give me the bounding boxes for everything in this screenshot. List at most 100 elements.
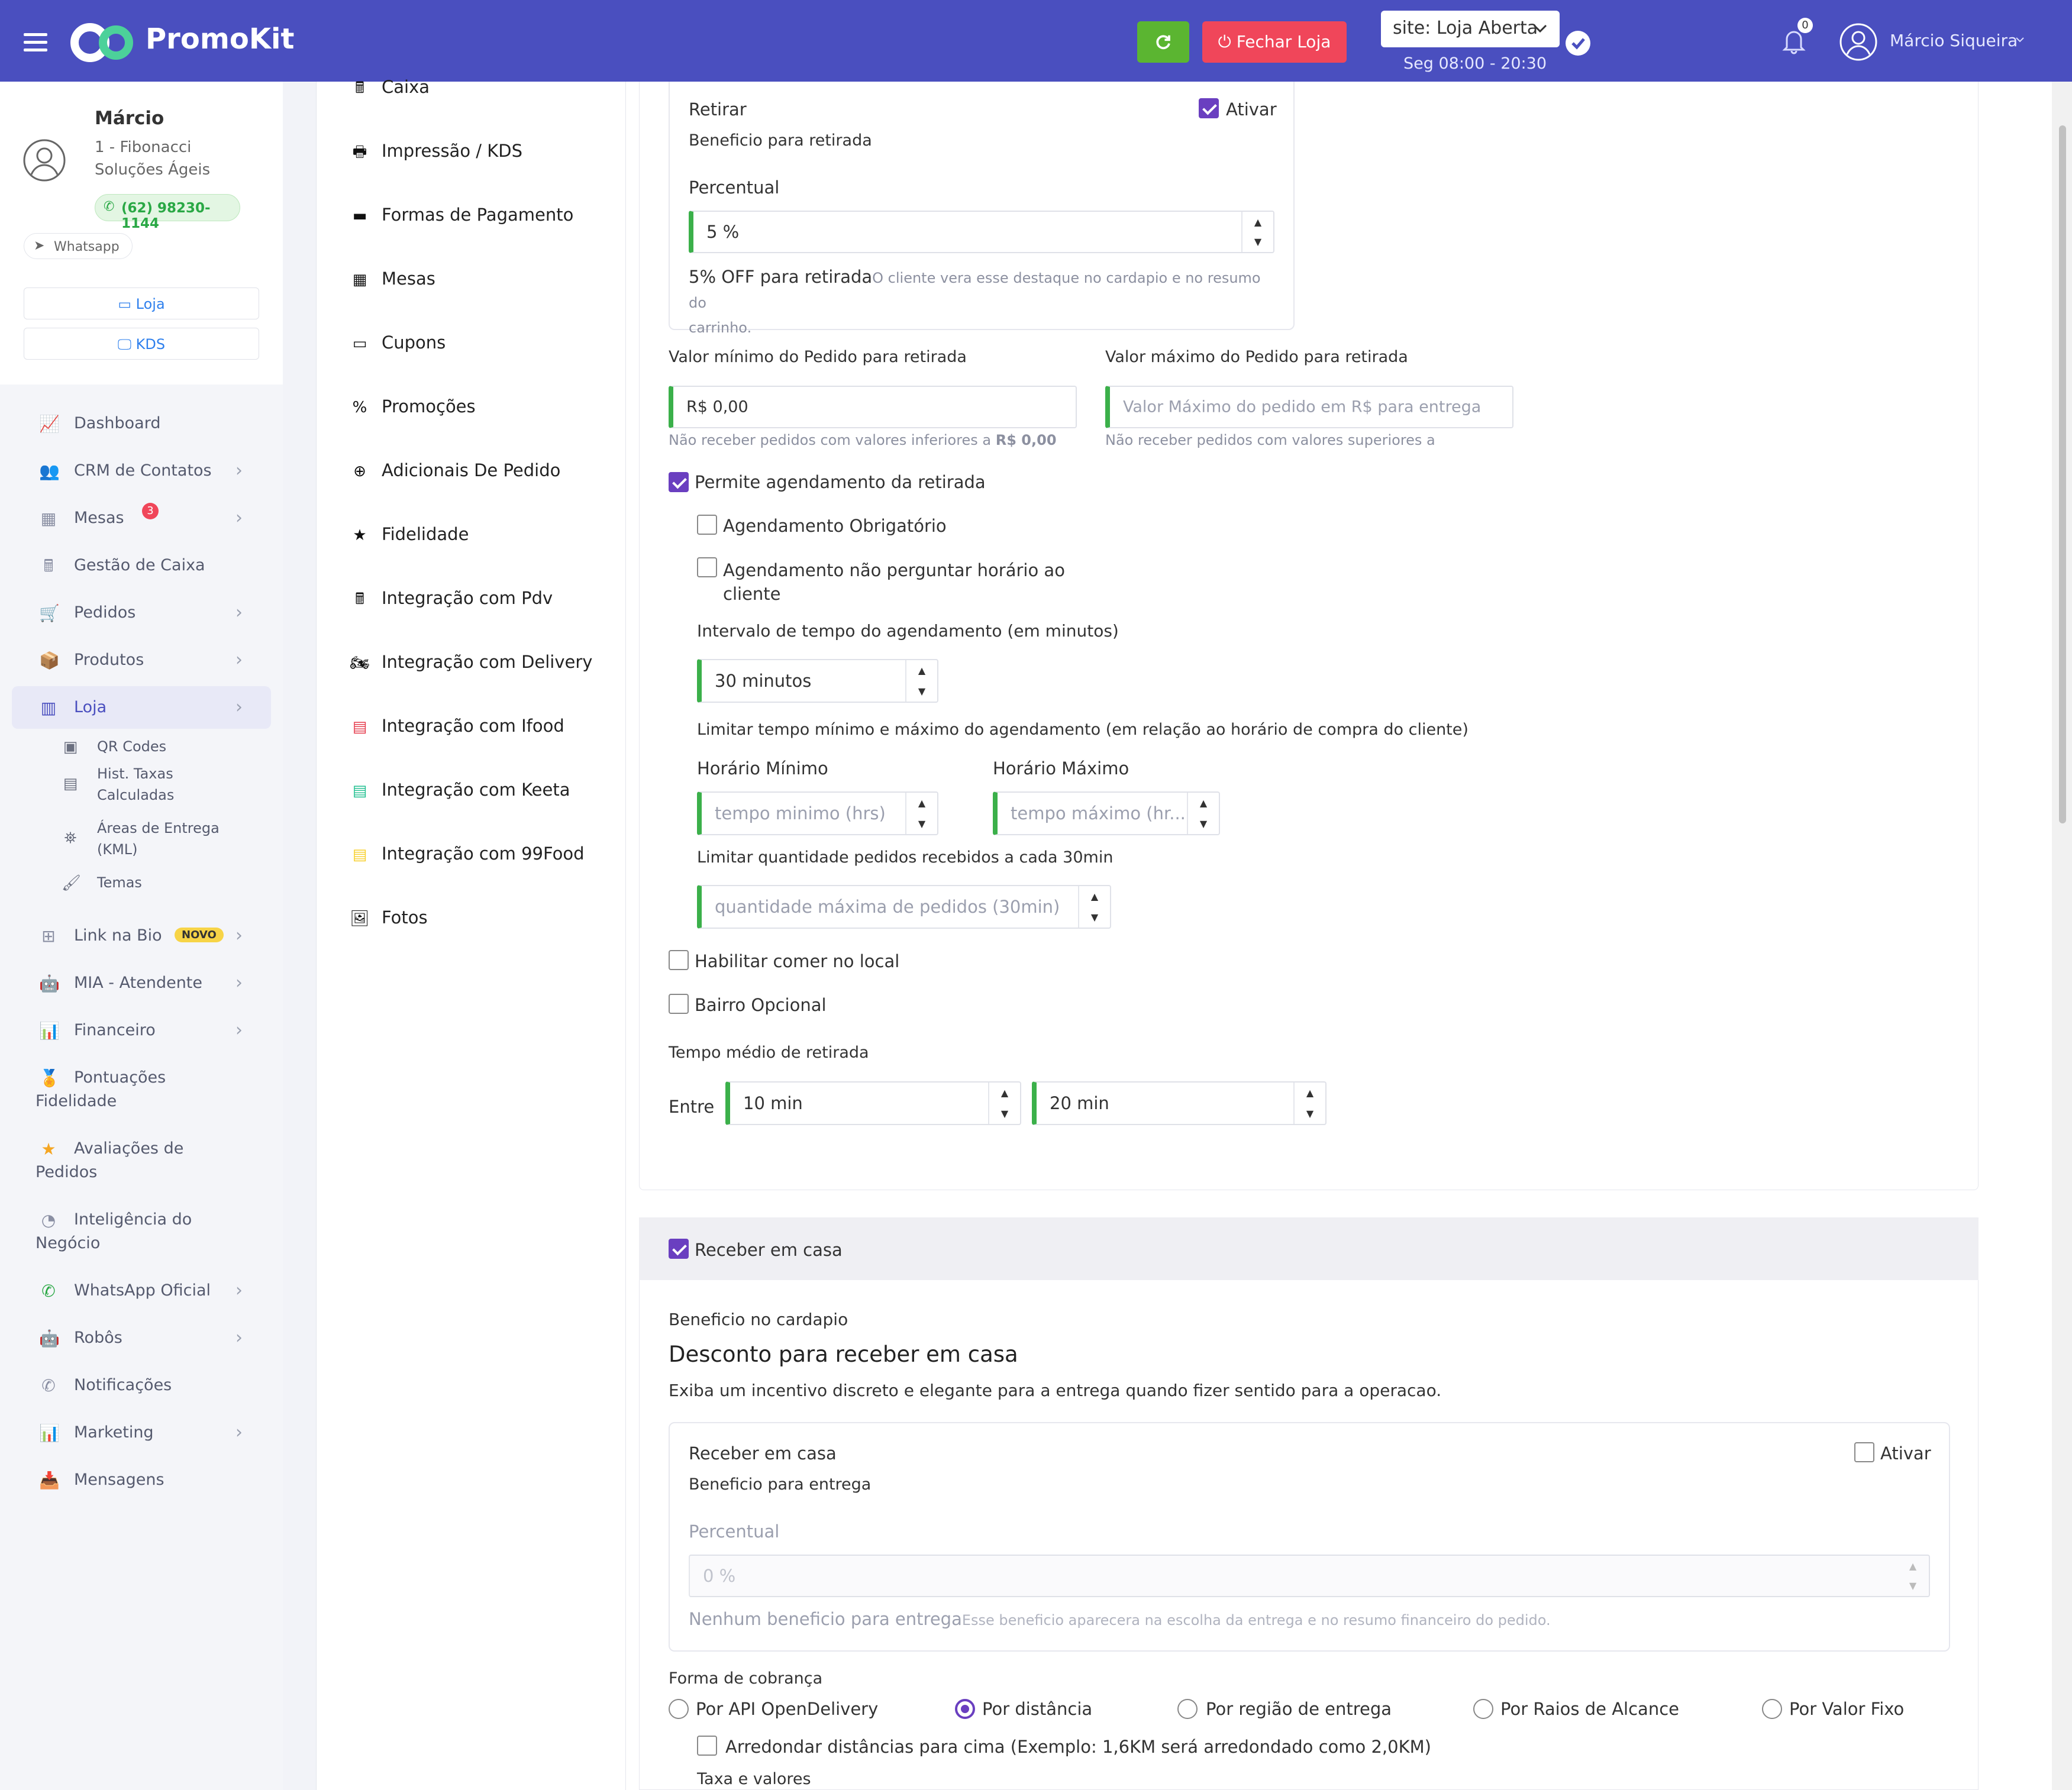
sidebar-item-caixa[interactable]: 🖩 Gestão de Caixa <box>12 544 271 587</box>
sidebar-item-mesas[interactable]: ▦ Mesas 3 › <box>12 497 271 539</box>
cash-register-icon: 🖩 <box>43 556 54 576</box>
site-status-label: site: Loja Aberta <box>1393 18 1538 38</box>
max-value-input[interactable]: Valor Máximo do pedido em R$ para entreg… <box>1105 386 1513 428</box>
ag-obrigatorio-checkbox[interactable] <box>697 515 717 535</box>
motorcycle-icon: 🏍 <box>350 654 370 672</box>
menu-item-fotos[interactable]: 🖼 Fotos <box>350 907 427 928</box>
sidebar-item-robos[interactable]: 🤖 Robôs › <box>12 1317 271 1359</box>
chevron-right-icon: › <box>235 460 243 481</box>
min-value-input[interactable]: R$ 0,00 <box>669 386 1077 428</box>
retirada-ativar-checkbox[interactable] <box>1199 98 1219 118</box>
retirada-percentual-input[interactable]: 5 % ▲ ▼ <box>689 211 1274 253</box>
sidebar-item-marketing[interactable]: 📊 Marketing › <box>12 1411 271 1454</box>
horario-maximo-stepper[interactable]: ▲ ▼ <box>1187 793 1219 834</box>
user-avatar-icon[interactable] <box>1839 22 1878 62</box>
tempo-min-input[interactable]: 10 min ▲ ▼ <box>725 1081 1021 1125</box>
tempo-max-input[interactable]: 20 min ▲ ▼ <box>1032 1081 1327 1125</box>
horario-minimo-input[interactable]: tempo minimo (hrs) ▲ ▼ <box>697 791 938 835</box>
entrega-percentual-input[interactable]: 0 % ▲ ▼ <box>689 1555 1930 1597</box>
user-menu-chevron-icon[interactable] <box>2015 37 2025 44</box>
loja-button[interactable]: ▭ Loja <box>24 287 259 319</box>
arredondar-checkbox[interactable] <box>697 1736 717 1756</box>
sidebar-item-pedidos[interactable]: 🛒 Pedidos › <box>12 592 271 634</box>
intervalo-stepper[interactable]: ▲ ▼ <box>905 660 937 702</box>
site-status-select[interactable]: site: Loja Aberta <box>1381 11 1560 47</box>
ag-nao-perguntar-checkbox[interactable] <box>697 557 717 577</box>
sitemap-icon: ⊞ <box>41 926 56 946</box>
menu-item-keeta[interactable]: ▤ Integração com Keeta <box>350 780 570 800</box>
sidebar-item-loja[interactable]: ▥ Loja › <box>12 686 271 729</box>
horario-minimo-stepper[interactable]: ▲ ▼ <box>905 793 937 834</box>
radio-por-regiao[interactable] <box>1177 1699 1198 1719</box>
retirada-title: Retirar <box>689 99 747 119</box>
sidebar-sub-temas[interactable]: Temas <box>97 872 142 893</box>
menu-item-cupons[interactable]: ▭ Cupons <box>350 332 446 353</box>
tempo-min-stepper[interactable]: ▲ ▼ <box>988 1083 1020 1124</box>
radio-valor-fixo[interactable] <box>1762 1699 1782 1719</box>
menu-item-caixa[interactable]: 🖩 Caixa <box>350 77 430 103</box>
comer-local-label: Habilitar comer no local <box>695 951 900 971</box>
menu-toggle-icon[interactable] <box>24 33 47 53</box>
menu-item-pdv[interactable]: 🖩 Integração com Pdv <box>350 588 553 614</box>
entrega-percentual-stepper[interactable]: ▲ ▼ <box>1897 1556 1929 1596</box>
sidebar-item-crm[interactable]: 👥 CRM de Contatos › <box>12 450 271 492</box>
mesas-badge: 3 <box>142 503 159 519</box>
menu-item-fidelidade[interactable]: ★ Fidelidade <box>350 524 469 544</box>
tempo-max-stepper[interactable]: ▲ ▼ <box>1293 1083 1325 1124</box>
max-value-label: Valor máximo do Pedido para retirada <box>1105 348 1408 366</box>
kds-button[interactable]: 🖵 KDS <box>24 328 259 360</box>
notification-count-badge: 0 <box>1797 18 1813 33</box>
percentual-stepper[interactable]: ▲ ▼ <box>1241 212 1273 252</box>
menu-item-pagamento[interactable]: ▬ Formas de Pagamento <box>350 205 574 225</box>
sidebar-item-dashboard[interactable]: 📈 Dashboard <box>12 402 271 445</box>
whatsapp-label: Whatsapp <box>54 240 120 254</box>
bairro-opcional-checkbox[interactable] <box>669 994 689 1014</box>
sidebar-sub-taxas[interactable]: Hist. Taxas Calculadas <box>97 763 174 806</box>
chevron-right-icon: › <box>235 1280 243 1301</box>
menu-item-mesas[interactable]: ▦ Mesas <box>350 269 435 289</box>
phone-badge[interactable]: ✆ (62) 98230-1144 <box>95 194 240 231</box>
sidebar-item-financeiro[interactable]: 📊 Financeiro › <box>12 1009 271 1052</box>
radio-api-opendelivery[interactable] <box>669 1699 689 1719</box>
calculator-icon: ▤ <box>63 775 78 793</box>
max-value-hint: Não receber pedidos com valores superior… <box>1105 432 1435 448</box>
radio-por-raios-label: Por Raios de Alcance <box>1500 1699 1679 1719</box>
comer-local-checkbox[interactable] <box>669 950 689 970</box>
sidebar-item-pontuacoes[interactable]: 🏅 Pontuações Fidelidade <box>12 1056 271 1116</box>
sidebar-item-whatsapp-oficial[interactable]: ✆ WhatsApp Oficial › <box>12 1269 271 1312</box>
cart-icon: 🛒 <box>39 603 60 623</box>
receber-casa-checkbox[interactable] <box>669 1239 689 1259</box>
close-store-button[interactable]: ⏻ Fechar Loja <box>1202 21 1347 63</box>
menu-item-adicionais[interactable]: ⊕ Adicionais De Pedido <box>350 460 560 480</box>
sidebar-sub-areas-entrega[interactable]: Áreas de Entrega (KML) <box>97 818 220 860</box>
retirada-ativar-label: Ativar <box>1226 99 1277 119</box>
entrega-ativar-checkbox[interactable] <box>1854 1442 1874 1462</box>
menu-item-delivery[interactable]: 🏍 Integração com Delivery <box>350 652 592 672</box>
sidebar-item-link-bio[interactable]: ⊞ Link na Bio NOVO › <box>12 915 271 957</box>
sidebar-item-inteligencia[interactable]: ◔ Inteligência do Negócio <box>12 1198 271 1258</box>
menu-item-impressao[interactable]: 🖶 Impressão / KDS <box>350 141 522 167</box>
kds-button-label: KDS <box>135 336 166 353</box>
menu-item-99food[interactable]: ▤ Integração com 99Food <box>350 844 585 864</box>
whatsapp-outline-icon: ✆ <box>41 1376 56 1395</box>
sidebar-item-produtos[interactable]: 📦 Produtos › <box>12 639 271 681</box>
horario-maximo-input[interactable]: tempo máximo (hr... ▲ ▼ <box>993 791 1220 835</box>
qtd-pedidos-input[interactable]: quantidade máxima de pedidos (30min) ▲ ▼ <box>697 885 1111 929</box>
menu-item-ifood[interactable]: ▤ Integração com Ifood <box>350 716 564 736</box>
sidebar-item-mensagens[interactable]: 📥 Mensagens <box>12 1459 271 1501</box>
whatsapp-button[interactable]: ➤ Whatsapp <box>24 233 133 259</box>
sidebar-item-mia[interactable]: 🤖 MIA - Atendente › <box>12 962 271 1004</box>
menu-item-promocoes[interactable]: % Promoções <box>350 396 476 416</box>
radio-por-distancia[interactable] <box>955 1699 975 1719</box>
close-store-label: Fechar Loja <box>1236 32 1331 51</box>
page-scrollbar-thumb[interactable] <box>2059 125 2066 823</box>
radio-por-raios[interactable] <box>1473 1699 1493 1719</box>
qtd-pedidos-stepper[interactable]: ▲ ▼ <box>1078 886 1110 928</box>
agendamento-checkbox[interactable] <box>669 472 689 492</box>
sidebar-item-avaliacoes[interactable]: ★ Avaliações de Pedidos <box>12 1127 271 1187</box>
intervalo-input[interactable]: 30 minutos ▲ ▼ <box>697 659 938 703</box>
refresh-button[interactable] <box>1137 21 1189 63</box>
sidebar-sub-qr-codes[interactable]: QR Codes <box>97 736 166 757</box>
user-name[interactable]: Márcio Siqueira <box>1890 31 2018 50</box>
sidebar-item-notificacoes[interactable]: ✆ Notificações <box>12 1364 271 1407</box>
